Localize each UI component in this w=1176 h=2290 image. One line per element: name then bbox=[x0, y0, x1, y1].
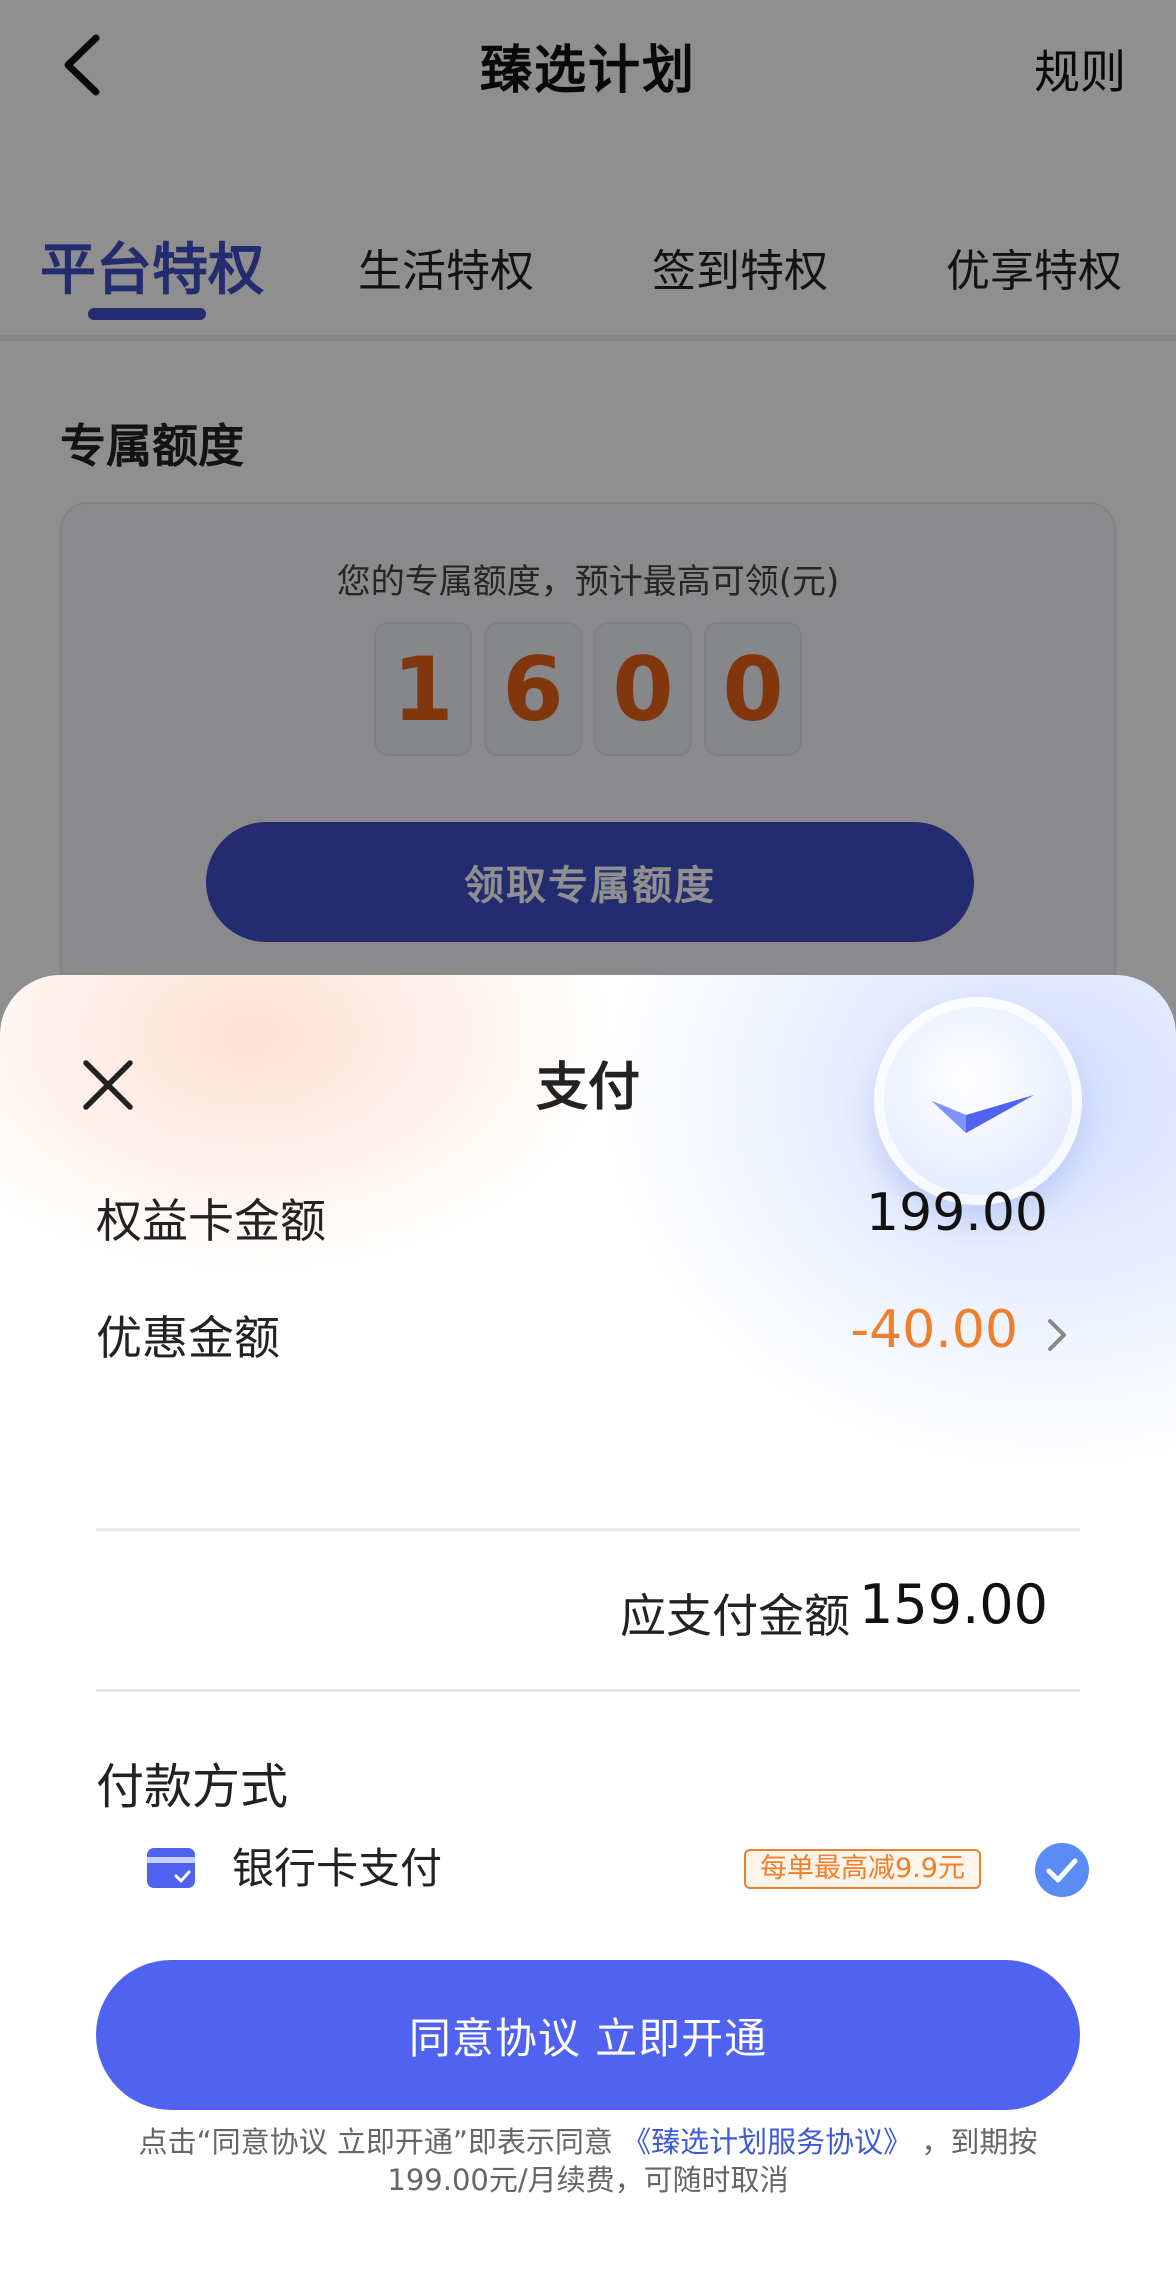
card-amount-value: 199.00 bbox=[866, 1183, 1048, 1243]
divider bbox=[96, 1689, 1080, 1692]
bank-card-payment-label[interactable]: 银行卡支付 bbox=[232, 1835, 442, 1896]
total-label: 应支付金额 bbox=[620, 1589, 850, 1643]
agree-and-activate-button[interactable]: 同意协议 立即开通 bbox=[96, 1960, 1080, 2110]
divider bbox=[96, 1528, 1080, 1531]
payment-method-title: 付款方式 bbox=[96, 1759, 289, 1815]
service-agreement-link[interactable]: 《臻选计划服务协议》 bbox=[622, 2125, 912, 2159]
discount-label[interactable]: 优惠金额 bbox=[96, 1302, 280, 1368]
chevron-right-icon[interactable] bbox=[1042, 1315, 1072, 1355]
bank-card-icon bbox=[147, 1848, 195, 1888]
total-value: 159.00 bbox=[859, 1573, 1048, 1636]
selected-check-icon[interactable] bbox=[1034, 1842, 1090, 1898]
discount-value[interactable]: -40.00 bbox=[850, 1300, 1018, 1360]
agreement-prefix: 点击“同意协议 立即开通”即表示同意 bbox=[138, 2125, 613, 2159]
agreement-text: 点击“同意协议 立即开通”即表示同意 《臻选计划服务协议》 ，到期按199.00… bbox=[110, 2123, 1066, 2199]
checkmark-icon bbox=[932, 1095, 1034, 1133]
promo-badge: 每单最高减9.9元 bbox=[744, 1849, 981, 1889]
payment-sheet: 支付 权益卡金额 199.00 优惠金额 -40.00 应支付金额 159.00… bbox=[0, 975, 1176, 2290]
check-coin-icon bbox=[874, 997, 1082, 1205]
card-amount-label: 权益卡金额 bbox=[96, 1194, 326, 1248]
